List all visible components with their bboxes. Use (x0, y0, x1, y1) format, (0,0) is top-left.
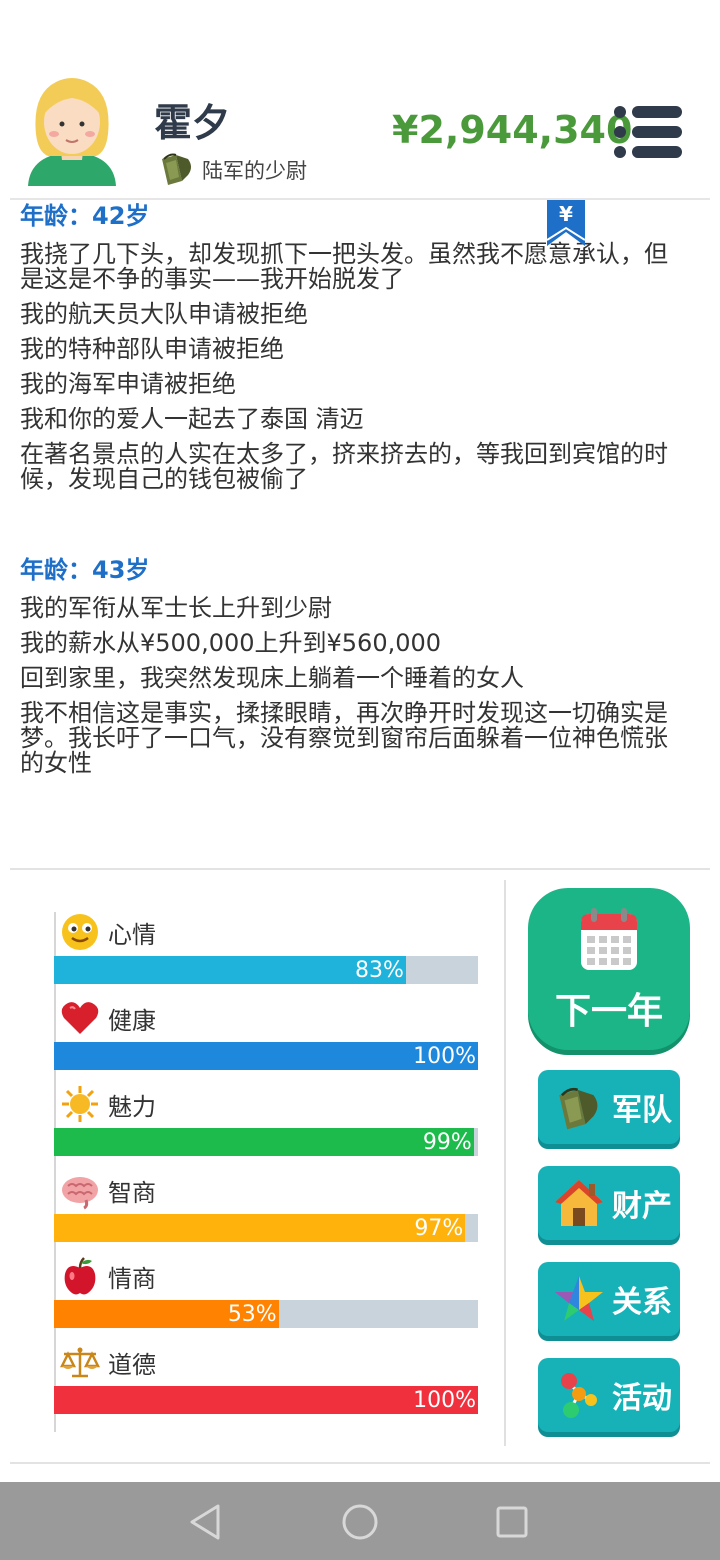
army-icon (158, 149, 196, 191)
stat-percent: 83% (355, 958, 404, 983)
stat-bar: 99% (54, 1128, 478, 1156)
rank-row: 陆军的少尉 (158, 150, 307, 190)
brain-icon (60, 1170, 100, 1210)
event-log[interactable]: 年龄：42岁 我挠了几下头，却发现抓下一把头发。虽然我不愿意承认，但是这是不争的… (20, 198, 690, 860)
log-entry: 我的海军申请被拒绝 (20, 370, 236, 398)
house-icon (550, 1174, 608, 1232)
assets-button[interactable]: 财产 (538, 1166, 680, 1240)
recents-button[interactable] (490, 1500, 534, 1544)
military-button[interactable]: 军队 (538, 1070, 680, 1144)
heart-icon (60, 998, 100, 1038)
player-name: 霍夕 (154, 101, 231, 145)
log-entry: 我和你的爱人一起去了泰国 清迈 (20, 405, 364, 433)
smiley-icon (60, 912, 100, 952)
stat-health[interactable]: 健康 100% (54, 986, 478, 1072)
bookmark-button[interactable]: ¥ (546, 200, 586, 250)
relations-button[interactable]: 关系 (538, 1262, 680, 1336)
stat-bar-fill: 100% (54, 1386, 478, 1414)
log-entry: 我的特种部队申请被拒绝 (20, 335, 284, 363)
stat-bar: 100% (54, 1386, 478, 1414)
recents-square-icon (496, 1506, 528, 1538)
stat-bar-fill: 53% (54, 1300, 279, 1328)
scales-icon (60, 1342, 100, 1382)
activities-button[interactable]: 活动 (538, 1358, 680, 1432)
stat-eq[interactable]: 情商 53% (54, 1244, 478, 1330)
log-entry: 我不相信这是事实，揉揉眼睛，再次睁开时发现这一切确实是梦。我长吁了一口气，没有察… (20, 699, 668, 777)
stat-name: 魅力 (108, 1092, 156, 1121)
stat-name: 心情 (108, 920, 156, 949)
stat-percent: 100% (413, 1388, 476, 1413)
age-heading: 年龄：43岁 (20, 556, 150, 584)
activities-dots-icon (550, 1366, 608, 1424)
stat-bar-fill: 97% (54, 1214, 466, 1242)
avatar-image (28, 78, 116, 186)
stat-bar: 53% (54, 1300, 478, 1328)
military-label: 军队 (612, 1093, 672, 1128)
calendar-icon (579, 906, 639, 976)
next-year-label: 下一年 (554, 991, 663, 1032)
player-avatar[interactable] (22, 74, 122, 186)
stat-bar: 97% (54, 1214, 478, 1242)
stats-panel: 心情 83% 健康 100% 魅力 99% 智商 97% 情商 53% 道德 1… (54, 900, 478, 1434)
home-button[interactable] (338, 1500, 382, 1544)
army-icon (550, 1078, 608, 1136)
log-entry: 我的航天员大队申请被拒绝 (20, 300, 308, 328)
back-button[interactable] (184, 1500, 228, 1544)
stat-name: 道德 (108, 1350, 156, 1379)
log-entry: 回到家里，我突然发现床上躺着一个睡着的女人 (20, 664, 524, 692)
hamburger-menu-icon (614, 106, 682, 158)
star-icon (550, 1270, 608, 1328)
activities-label: 活动 (612, 1381, 672, 1416)
stat-name: 情商 (108, 1264, 156, 1293)
stat-morality[interactable]: 道德 100% (54, 1330, 478, 1416)
age-heading: 年龄：42岁 (20, 202, 150, 230)
stat-name: 健康 (108, 1006, 156, 1035)
stat-percent: 99% (422, 1130, 472, 1155)
relations-label: 关系 (612, 1285, 672, 1320)
stat-charm[interactable]: 魅力 99% (54, 1072, 478, 1158)
panel-separator (504, 880, 506, 1446)
stat-percent: 53% (227, 1302, 277, 1327)
stat-bar: 100% (54, 1042, 478, 1070)
stat-name: 智商 (108, 1178, 156, 1207)
home-circle-icon (342, 1504, 378, 1540)
stat-iq[interactable]: 智商 97% (54, 1158, 478, 1244)
sun-icon (60, 1084, 100, 1124)
stat-bar-fill: 83% (54, 956, 406, 984)
section-divider (10, 868, 710, 870)
log-entry: 我的军衔从军士长上升到少尉 (20, 594, 332, 622)
footer-divider (10, 1462, 710, 1464)
stat-percent: 100% (413, 1044, 476, 1069)
system-navigation-bar (0, 1482, 720, 1560)
log-entry: 在著名景点的人实在太多了，挤来挤去的，等我回到宾馆的时候，发现自己的钱包被偷了 (20, 440, 668, 493)
log-block-age-43: 年龄：43岁 我的军衔从军士长上升到少尉 我的薪水从¥500,000上升到¥56… (20, 552, 690, 776)
money-balance: ¥2,944,340 (392, 108, 633, 152)
stat-percent: 97% (414, 1216, 464, 1241)
menu-button[interactable] (612, 104, 684, 160)
stat-bar-fill: 99% (54, 1128, 474, 1156)
stat-mood[interactable]: 心情 83% (54, 900, 478, 986)
log-entry: 我挠了几下头，却发现抓下一把头发。虽然我不愿意承认，但是这是不争的事实——我开始… (20, 240, 668, 293)
bookmark-symbol: ¥ (559, 202, 573, 226)
next-year-button[interactable]: 下一年 (528, 888, 690, 1050)
apple-icon (60, 1256, 100, 1296)
stat-bar: 83% (54, 956, 478, 984)
stat-bar-fill: 100% (54, 1042, 478, 1070)
back-triangle-icon (190, 1504, 220, 1540)
log-block-age-42: 年龄：42岁 我挠了几下头，却发现抓下一把头发。虽然我不愿意承认，但是这是不争的… (20, 198, 690, 492)
top-bar: 霍夕 陆军的少尉 ¥2,944,340 (0, 0, 720, 200)
assets-label: 财产 (612, 1189, 672, 1224)
log-entry: 我的薪水从¥500,000上升到¥560,000 (20, 629, 442, 657)
player-rank: 陆军的少尉 (202, 159, 307, 183)
